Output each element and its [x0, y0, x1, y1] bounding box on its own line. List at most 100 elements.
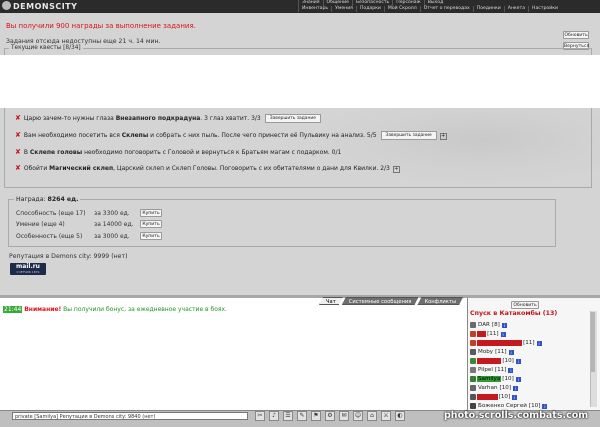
- tab-chat[interactable]: Чат: [319, 297, 343, 305]
- player-name[interactable]: KiLLeR: [477, 394, 498, 400]
- tab-system-messages[interactable]: Системные сообщения: [342, 297, 419, 305]
- chat-tabs: Чат Системные сообщения Конфликты: [320, 297, 463, 305]
- quests-legend: Текущие квесты [8/34]: [9, 45, 83, 51]
- clan-icon: [470, 394, 476, 400]
- player-level: [10]: [528, 403, 541, 409]
- clan-icon: [470, 376, 476, 382]
- watermark: photo.scrolls.combats.com: [444, 410, 589, 421]
- player-name[interactable]: DAR: [477, 322, 491, 328]
- complete-quest-button[interactable]: Завершить задание: [264, 114, 321, 123]
- purchase-row: Умение (еще 4) за 14000 ед. Купить: [16, 220, 162, 228]
- player-level: [10]: [499, 385, 512, 391]
- refresh-button[interactable]: Обновить: [563, 31, 589, 39]
- clan-icon: [470, 322, 476, 328]
- complete-quest-button[interactable]: Завершить задание: [380, 131, 437, 140]
- clan-icon: [470, 340, 476, 346]
- player-name[interactable]: Varhan: [477, 385, 499, 391]
- chat-tools: ✂ ♪ ☰ ✎ ⚑ ⚙ ✉ ☺ ⌂ ⚔ ◐: [255, 411, 405, 421]
- purchase-row: Способность (еще 17) за 3300 ед. Купить: [16, 209, 162, 217]
- cooldown-message: Задания отсюда недоступны еще 21 ч. 14 м…: [6, 38, 161, 45]
- toolbar-tool-icon[interactable]: ◐: [395, 411, 405, 421]
- award-fieldset: [8, 199, 556, 247]
- info-icon[interactable]: i: [501, 322, 507, 328]
- player-level: [11]: [495, 349, 507, 355]
- toolbar-tool-icon[interactable]: ✉: [339, 411, 349, 421]
- toolbar-tool-icon[interactable]: ⌂: [367, 411, 377, 421]
- player-level: [10]: [502, 358, 514, 364]
- expand-icon[interactable]: +: [439, 133, 447, 140]
- clan-icon: [470, 385, 476, 391]
- player-level: [10]: [502, 376, 514, 382]
- expand-icon[interactable]: +: [392, 166, 400, 173]
- player-name[interactable]: Pilpel: [477, 367, 494, 373]
- subnav-item-3[interactable]: Мой Скролл: [383, 6, 420, 12]
- clan-icon: [470, 367, 476, 373]
- info-icon[interactable]: i: [513, 385, 519, 391]
- purchase-row: Особенность (еще 5) за 3000 ед. Купить: [16, 232, 162, 240]
- subnav-item-0[interactable]: Инвентарь: [298, 6, 331, 12]
- buy-button[interactable]: Купить: [140, 209, 162, 217]
- player-name[interactable]: Боженко Сергей: [477, 403, 528, 409]
- quest-item: ✘ В Склепе головы необходимо поговорить с…: [15, 148, 342, 156]
- toolbar-tool-icon[interactable]: ☺: [353, 411, 363, 421]
- update-button[interactable]: Обновить: [511, 301, 539, 309]
- scrollbar-thumb[interactable]: [591, 312, 595, 372]
- subnav-item-6[interactable]: Анкета: [503, 6, 528, 12]
- clan-icon: [470, 349, 476, 355]
- subnav-item-7[interactable]: Настройки: [528, 6, 561, 12]
- clan-icon: [470, 358, 476, 364]
- cancel-quest-icon[interactable]: ✘: [15, 114, 21, 122]
- clan-icon: [470, 403, 476, 409]
- tab-conflicts[interactable]: Конфликты: [417, 297, 463, 305]
- toolbar-tool-icon[interactable]: ✂: [255, 411, 265, 421]
- player-name[interactable]: Skaidun: [477, 358, 502, 364]
- mailru-counter-badge[interactable]: mail.ru СЧЕТЧИК 1879: [10, 263, 46, 275]
- buy-button[interactable]: Купить: [140, 220, 162, 228]
- player-level: [8]: [491, 322, 500, 328]
- player-level: [11]: [487, 331, 499, 337]
- reputation-text: Репутация в Demons city: 9999 (нет): [9, 253, 128, 260]
- subnav-item-1[interactable]: Умения: [331, 6, 356, 12]
- player-name[interactable]: Moby: [477, 349, 494, 355]
- info-icon[interactable]: i: [515, 376, 521, 382]
- buy-button[interactable]: Купить: [140, 232, 162, 240]
- cancel-quest-icon[interactable]: ✘: [15, 148, 21, 156]
- toolbar-tool-icon[interactable]: ⚙: [325, 411, 335, 421]
- player-level: [11]: [494, 367, 507, 373]
- subnav-item-4[interactable]: Отчет о переводах: [419, 6, 473, 12]
- game-logo[interactable]: DEMONSCITY: [2, 1, 84, 12]
- player-level: [10]: [498, 394, 511, 400]
- sub-nav: Инвентарь Умения Подарки Мой Скролл Отчет о …: [298, 6, 561, 12]
- toolbar-tool-icon[interactable]: ⚔: [381, 411, 391, 421]
- clan-icon: [470, 331, 476, 337]
- info-icon[interactable]: i: [508, 367, 514, 373]
- subnav-item-5[interactable]: Поединки: [472, 6, 504, 12]
- cancel-quest-icon[interactable]: ✘: [15, 164, 21, 172]
- info-icon[interactable]: i: [536, 340, 542, 346]
- player-level: [11]: [523, 340, 535, 346]
- info-icon[interactable]: i: [542, 403, 548, 409]
- player-name[interactable]: Tw: [477, 331, 487, 337]
- toolbar-tool-icon[interactable]: ⚑: [311, 411, 321, 421]
- subnav-item-2[interactable]: Подарки: [355, 6, 384, 12]
- info-icon[interactable]: i: [515, 358, 521, 364]
- player-name[interactable]: Hudson Pecado: [477, 340, 523, 346]
- toolbar-tool-icon[interactable]: ☰: [283, 411, 293, 421]
- toolbar-tool-icon[interactable]: ♪: [269, 411, 279, 421]
- quest-item: ✘ Царю зачем-то нужны глаза Внезапного по…: [15, 114, 321, 123]
- cancel-quest-icon[interactable]: ✘: [15, 131, 21, 139]
- logo-text: DEMONSCITY: [13, 2, 78, 11]
- blank-area: [0, 55, 600, 108]
- award-legend: Награда: 8264 ед.: [14, 196, 81, 203]
- player-name[interactable]: Samilya: [477, 376, 502, 382]
- info-icon[interactable]: i: [500, 331, 506, 337]
- chat-area[interactable]: [0, 298, 468, 410]
- location-title: Спуск в Катакомбы (13): [470, 310, 558, 317]
- award-value: 8264 ед.: [47, 196, 79, 203]
- skull-icon: [2, 1, 11, 10]
- toolbar-tool-icon[interactable]: ✎: [297, 411, 307, 421]
- info-icon[interactable]: i: [508, 349, 514, 355]
- chat-input[interactable]: private [Samilya] Репутация в Demons cit…: [12, 412, 248, 420]
- info-icon[interactable]: i: [512, 394, 518, 400]
- message-time[interactable]: 21:44: [3, 306, 23, 313]
